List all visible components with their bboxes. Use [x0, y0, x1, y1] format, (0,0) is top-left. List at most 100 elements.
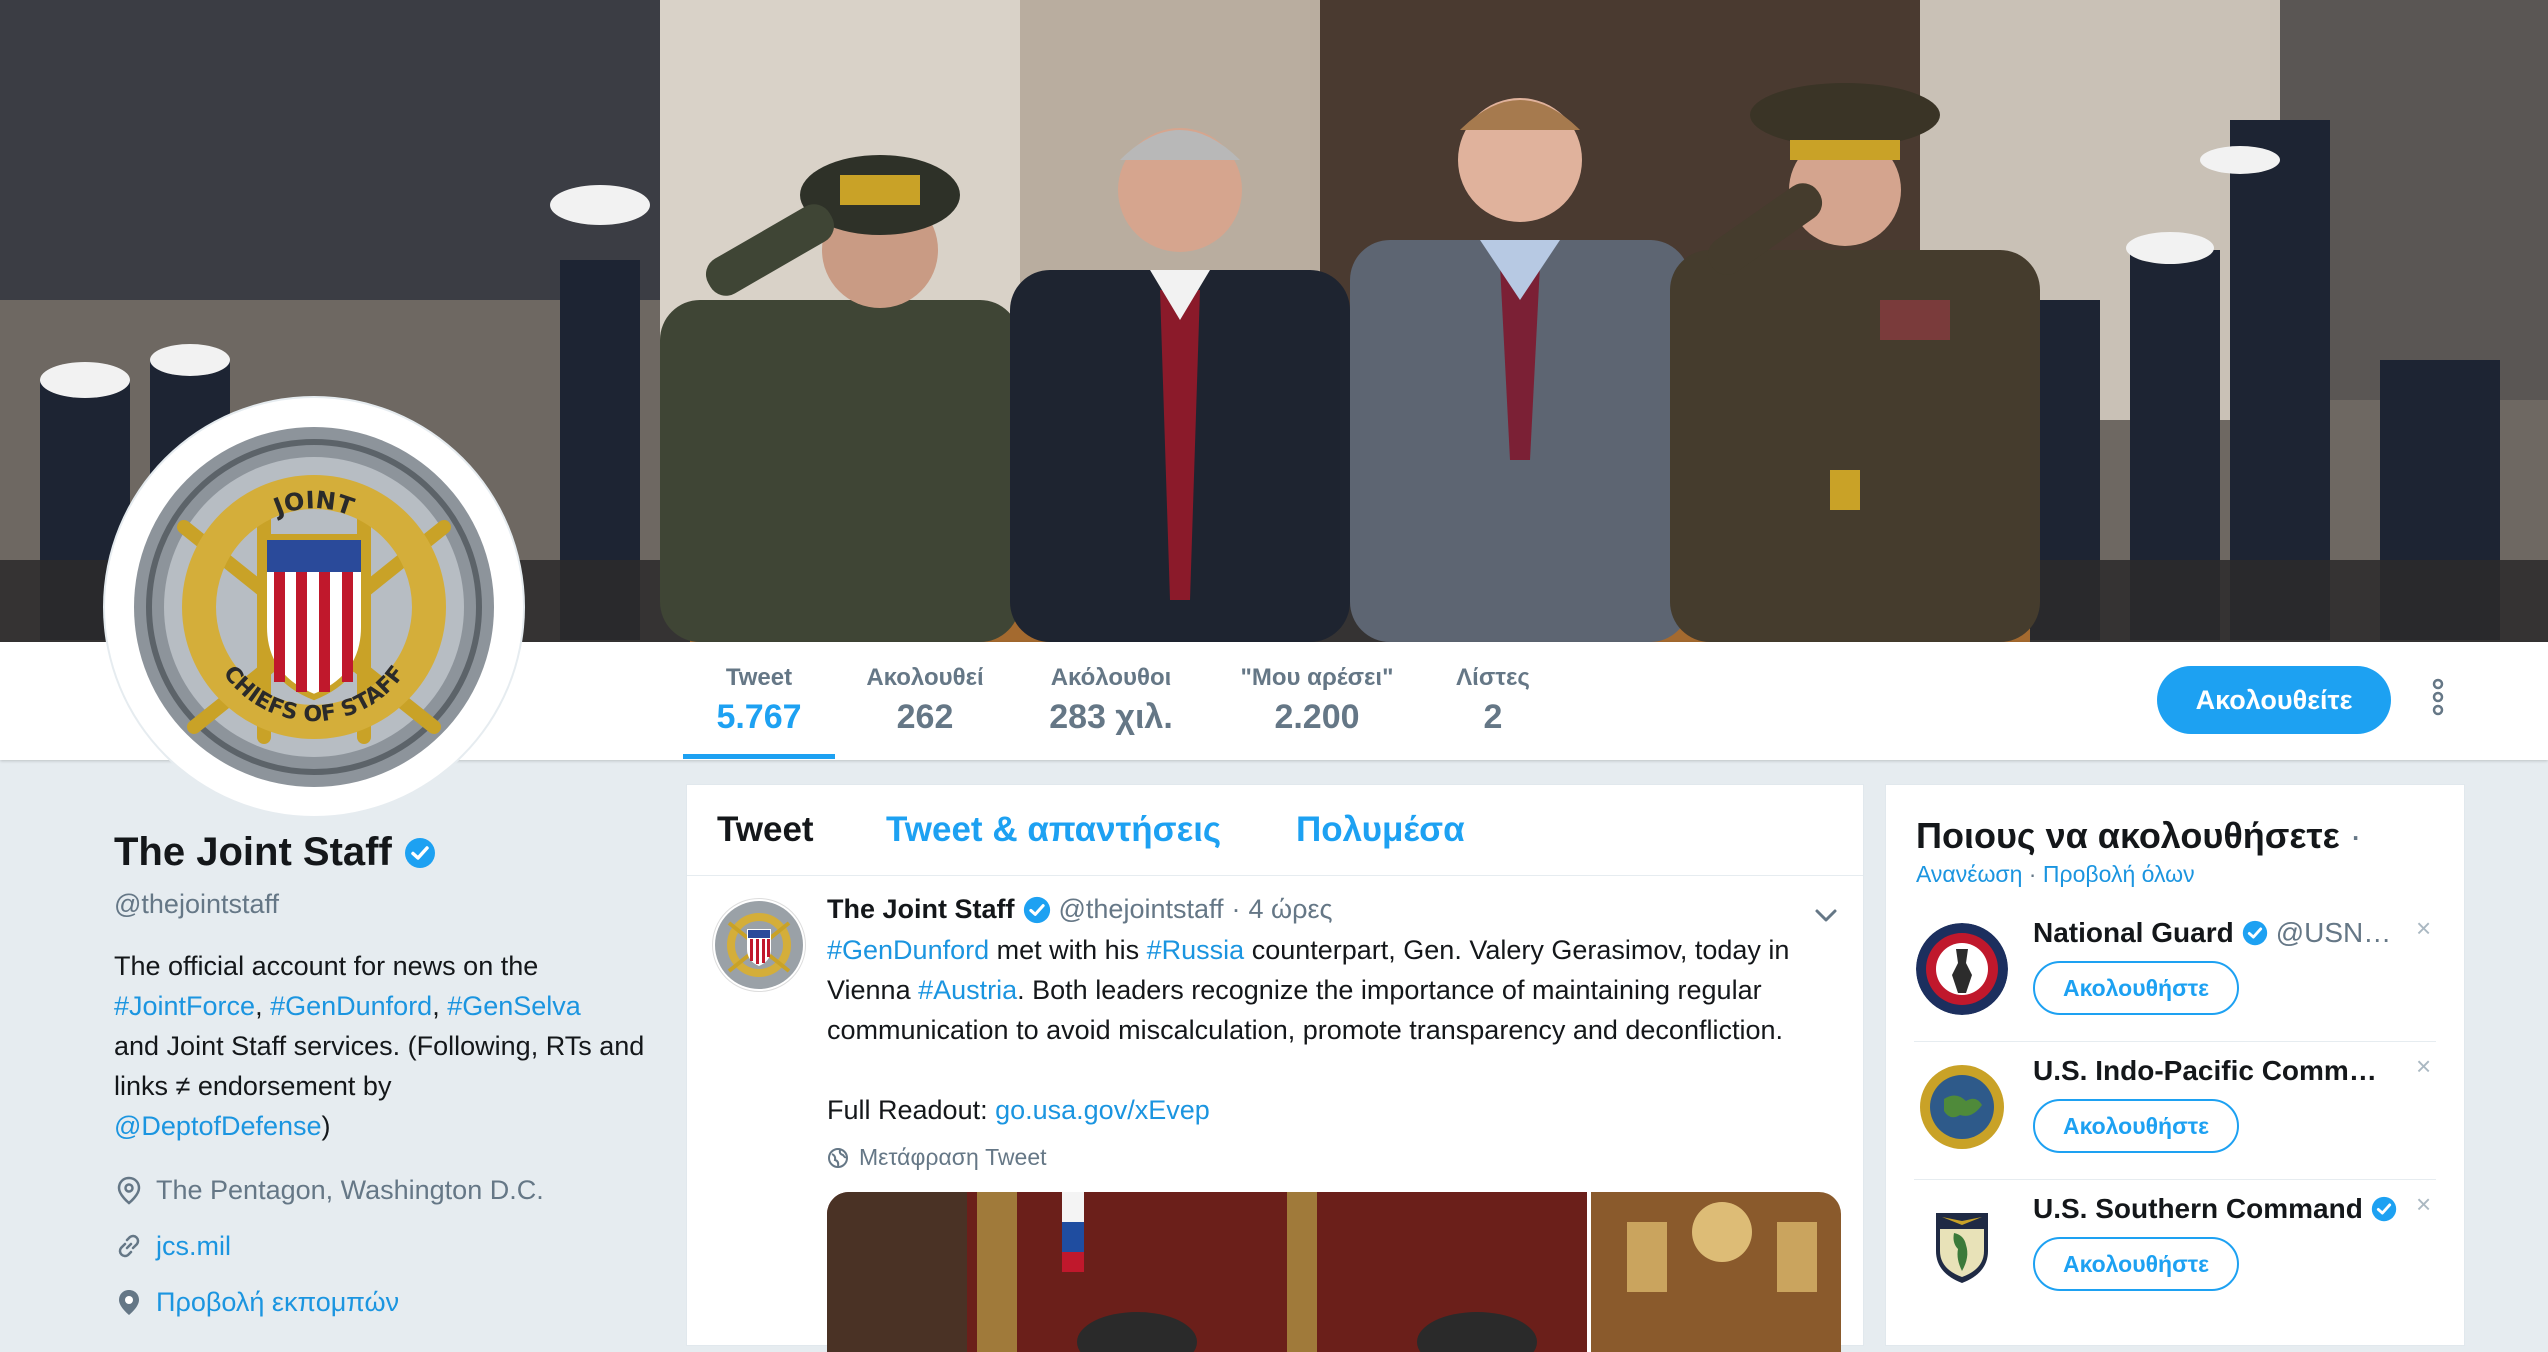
bio-text: and Joint Staff services. (Following, RT…: [114, 1031, 645, 1101]
suggestion-name[interactable]: National Guard: [2033, 917, 2234, 949]
translate-tweet[interactable]: Μετάφραση Tweet: [827, 1144, 1047, 1171]
translate-tweet-label: Μετάφραση Tweet: [859, 1144, 1047, 1170]
hashtag-link[interactable]: #GenSelva: [447, 991, 581, 1021]
suggestion-handle[interactable]: @USN…: [2276, 917, 2392, 949]
tweet-dot-separator: ·: [1231, 894, 1241, 924]
stat-tweets[interactable]: Tweet 5.767: [683, 664, 835, 737]
stat-label: Tweet: [725, 664, 793, 691]
dismiss-icon[interactable]: ×: [2416, 913, 2431, 944]
location-pin-icon: [117, 1176, 141, 1205]
tweet-timestamp[interactable]: 4 ώρες: [1249, 894, 1333, 925]
verified-badge-icon: [1023, 896, 1050, 923]
stat-value: 5.767: [716, 698, 802, 736]
profile-bio: The official account for news on the #Jo…: [114, 946, 654, 1146]
broadcast-icon: [119, 1290, 139, 1315]
stat-value: 2.200: [1274, 698, 1360, 736]
mention-link[interactable]: @DeptofDefense: [114, 1111, 322, 1141]
who-to-follow-links: Ανανέωση · Προβολή όλων: [1916, 861, 2195, 888]
bio-text: ): [321, 1111, 331, 1141]
tweet-photo-image: [827, 1192, 1841, 1352]
tweet-text: #GenDunford met with his #Russia counter…: [827, 930, 1837, 1130]
bio-text: The official account for news on the: [114, 951, 539, 981]
stat-followers[interactable]: Ακόλουθοι 283 χιλ.: [1030, 664, 1192, 737]
stat-lists[interactable]: Λίστες 2: [1440, 664, 1546, 737]
more-options-icon[interactable]: [2428, 672, 2448, 722]
readout-label: Full Readout:: [827, 1095, 996, 1125]
profile-card: The Joint Staff @thejointstaff The offic…: [114, 830, 654, 1324]
tweet-media[interactable]: [827, 1192, 1841, 1352]
suggestion-avatar[interactable]: [1916, 923, 2008, 1015]
dismiss-icon[interactable]: ×: [2416, 1051, 2431, 1082]
tab-media[interactable]: Πολυμέσα: [1296, 785, 1465, 875]
stat-label: Λίστες: [1456, 664, 1530, 691]
tab-tweets[interactable]: Tweet: [717, 785, 814, 875]
joint-chiefs-emblem-icon: [715, 901, 803, 989]
stat-likes[interactable]: "Μου αρέσει" 2.200: [1222, 664, 1412, 737]
readout-link[interactable]: go.usa.gov/xEvep: [995, 1095, 1210, 1125]
joint-chiefs-emblem-icon: JOINT CHIEFS OF STAFF: [118, 411, 510, 803]
view-all-link[interactable]: Προβολή όλων: [2043, 861, 2195, 887]
verified-badge-icon: [404, 837, 435, 868]
dismiss-icon[interactable]: ×: [2416, 1189, 2431, 1220]
suggestion-name-row: National Guard @USN…: [2033, 917, 2413, 949]
view-broadcasts-link[interactable]: Προβολή εκπομπών: [156, 1287, 399, 1318]
follow-button[interactable]: Ακολουθήστε: [2033, 961, 2239, 1015]
suggestion-name-row: U.S. Southern Command: [2033, 1193, 2413, 1225]
location-row: The Pentagon, Washington D.C.: [114, 1168, 654, 1212]
tweet-author-handle[interactable]: @thejointstaff: [1059, 894, 1224, 925]
profile-name[interactable]: The Joint Staff: [114, 830, 392, 875]
suggestion-name[interactable]: U.S. Indo-Pacific Comm…: [2033, 1055, 2377, 1087]
verified-badge-icon: [2371, 1196, 2396, 1222]
suggestion-name-row: U.S. Indo-Pacific Comm…: [2033, 1055, 2413, 1087]
tweet-text-segment: met with his: [989, 935, 1147, 965]
tweet-avatar[interactable]: [712, 898, 806, 992]
suggestion-southern-command: U.S. Southern Command Ακολουθήστε ×: [1914, 1181, 2436, 1317]
suggestion-avatar[interactable]: [1916, 1199, 2008, 1291]
profile-avatar[interactable]: JOINT CHIEFS OF STAFF: [105, 398, 523, 816]
follow-button[interactable]: Ακολουθήστε: [2033, 1099, 2239, 1153]
hashtag-link[interactable]: #Austria: [918, 975, 1017, 1005]
suggestion-national-guard: National Guard @USN… Ακολουθήστε ×: [1914, 905, 2436, 1042]
tweet-header: The Joint Staff @thejointstaff · 4 ώρες: [827, 894, 1333, 925]
profile-location: The Pentagon, Washington D.C.: [156, 1174, 544, 1205]
indo-pacific-command-logo-icon: [1916, 1061, 2008, 1153]
stat-value: 2: [1483, 698, 1503, 736]
profile-website-link[interactable]: jcs.mil: [156, 1231, 231, 1262]
southern-command-logo-icon: [1916, 1199, 2008, 1291]
website-row: jcs.mil: [114, 1224, 654, 1268]
tweet[interactable]: The Joint Staff @thejointstaff · 4 ώρες …: [687, 876, 1863, 1352]
bio-separator: ,: [432, 991, 448, 1021]
title-dot-separator: ·: [2349, 815, 2362, 856]
suggestion-indo-pacific-command: U.S. Indo-Pacific Comm… Ακολουθήστε ×: [1914, 1043, 2436, 1180]
hashtag-link[interactable]: #JointForce: [114, 991, 255, 1021]
bio-separator: ,: [255, 991, 271, 1021]
verified-badge-icon: [2242, 920, 2267, 946]
refresh-link[interactable]: Ανανέωση: [1916, 861, 2022, 887]
suggestion-avatar[interactable]: [1916, 1061, 2008, 1153]
following-button[interactable]: Ακολουθείτε: [2157, 666, 2391, 734]
national-guard-logo-icon: [1916, 923, 2008, 1015]
who-to-follow-heading: Ποιους να ακολουθήσετε: [1916, 815, 2340, 856]
hashtag-link[interactable]: #GenDunford: [827, 935, 989, 965]
suggestion-name[interactable]: U.S. Southern Command: [2033, 1193, 2363, 1225]
timeline-tabs: Tweet Tweet & απαντήσεις Πολυμέσα: [687, 785, 1863, 876]
chevron-down-icon[interactable]: [1811, 900, 1841, 930]
tweet-author-name[interactable]: The Joint Staff: [827, 894, 1015, 925]
stat-following[interactable]: Ακολουθεί 262: [850, 664, 1000, 737]
stat-value: 262: [896, 698, 954, 736]
tab-tweets-and-replies[interactable]: Tweet & απαντήσεις: [886, 785, 1221, 875]
link-icon: [118, 1234, 140, 1258]
hashtag-link[interactable]: #Russia: [1147, 935, 1245, 965]
timeline: Tweet Tweet & απαντήσεις Πολυμέσα The Jo…: [686, 784, 1864, 1352]
stat-value: 283 χιλ.: [1049, 698, 1173, 736]
profile-handle[interactable]: @thejointstaff: [114, 889, 654, 920]
active-stat-underline: [683, 754, 835, 759]
stat-label: Ακόλουθοι: [1050, 664, 1172, 691]
profile-name-row: The Joint Staff: [114, 830, 654, 875]
broadcasts-row: Προβολή εκπομπών: [114, 1280, 654, 1324]
stat-label: "Μου αρέσει": [1240, 664, 1394, 691]
who-to-follow-panel: Ποιους να ακολουθήσετε · Ανανέωση · Προβ…: [1885, 784, 2465, 1346]
follow-button[interactable]: Ακολουθήστε: [2033, 1237, 2239, 1291]
hashtag-link[interactable]: #GenDunford: [270, 991, 432, 1021]
who-to-follow-title: Ποιους να ακολουθήσετε ·: [1916, 815, 2362, 857]
